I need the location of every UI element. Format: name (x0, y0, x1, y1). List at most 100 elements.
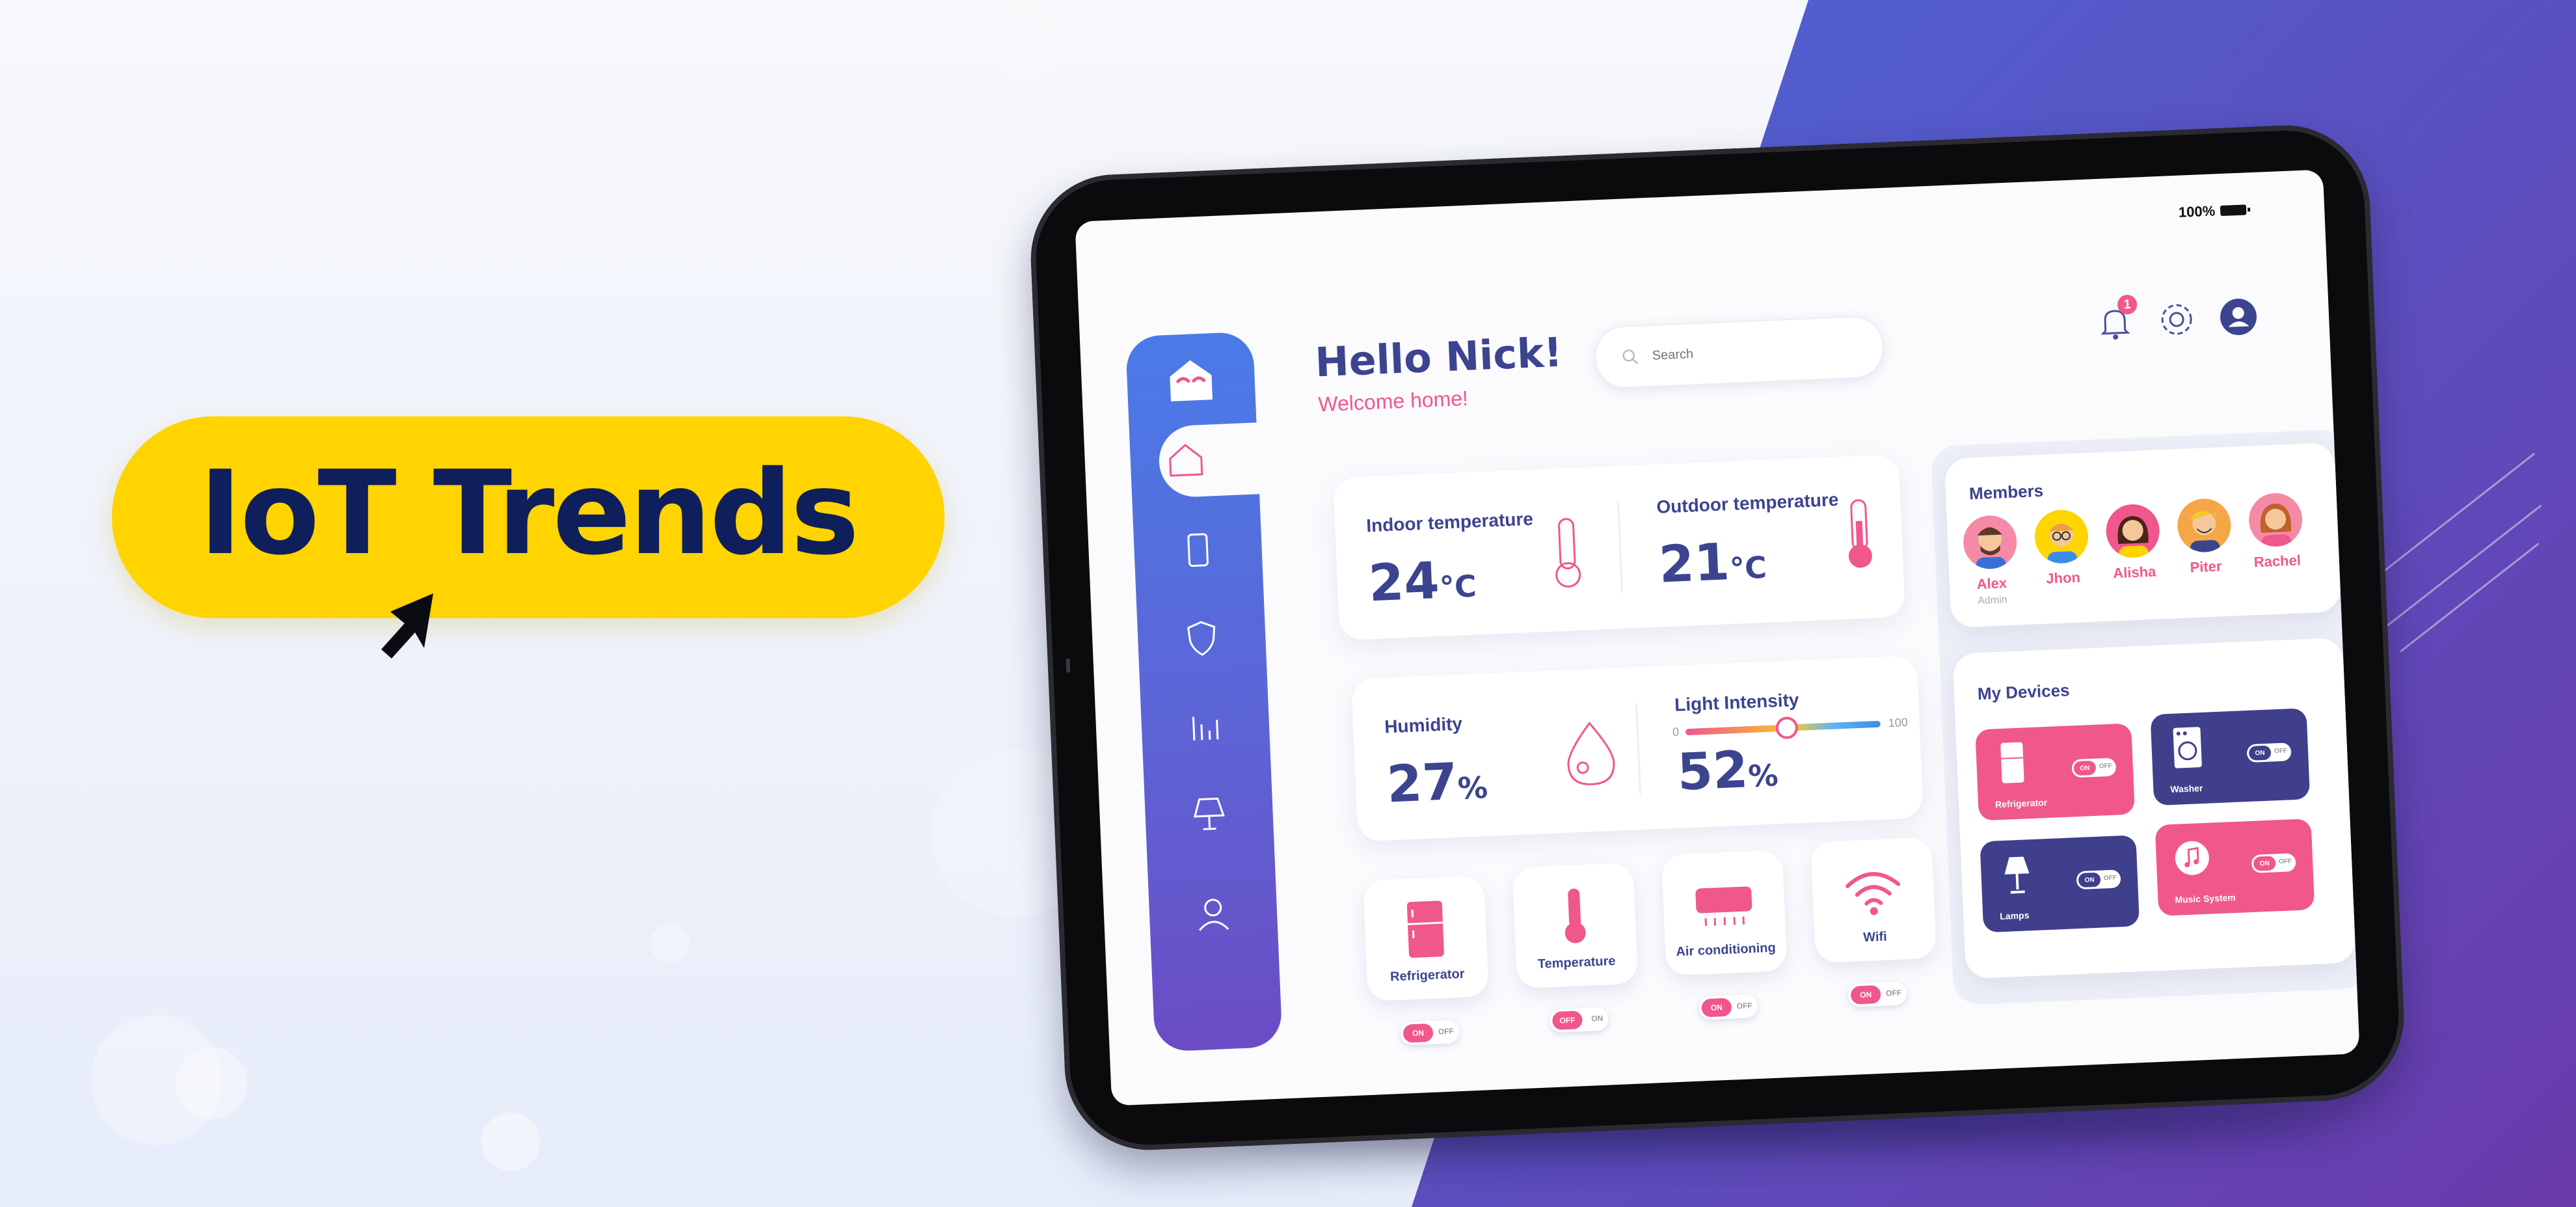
card-divider (1617, 502, 1623, 593)
avatar (2247, 492, 2303, 548)
humidity-light-card: Humidity 27% Light Intensity 0 100 52% (1351, 655, 1924, 842)
lamp-icon[interactable] (1187, 792, 1231, 835)
device-card-lamps[interactable]: Lamps ON OFF (1979, 835, 2140, 933)
profile-avatar-icon (2220, 299, 2257, 336)
device-label: Washer (2170, 782, 2203, 795)
temperature-card: Indoor temperature 24°C Outdoor temperat… (1333, 454, 1905, 641)
music-icon (2172, 835, 2212, 882)
outdoor-temp-label: Outdoor temperature (1656, 489, 1839, 517)
device-toggle[interactable]: ON OFF (2246, 742, 2292, 763)
banner-title: IoT Trends (198, 445, 859, 580)
outdoor-temp-value: 21°C (1657, 533, 1767, 595)
humidity-value: 27% (1386, 752, 1489, 815)
bokeh-bubble (481, 1113, 540, 1171)
avatar (2033, 509, 2089, 565)
notification-bell[interactable]: 1 (2094, 294, 2138, 344)
device-toggle[interactable]: ON OFF (2251, 853, 2296, 873)
banner-pill: IoT Trends (112, 416, 945, 618)
member-name: Rachel (2253, 552, 2301, 571)
quick-tile-wifi[interactable]: Wifi (1810, 837, 1937, 964)
profile-button[interactable] (2218, 296, 2260, 338)
my-devices-title: My Devices (1977, 680, 2071, 704)
card-divider (1635, 703, 1641, 794)
gear-icon (2161, 304, 2192, 335)
avatar (2176, 497, 2233, 554)
refrigerator-icon (1992, 739, 2032, 786)
home-icon[interactable] (1164, 438, 1207, 481)
refrigerator-icon (1392, 896, 1458, 962)
member-item[interactable]: Alex Admin (1953, 514, 2029, 608)
avatar (2105, 503, 2161, 559)
refrigerator-toggle[interactable]: ON OFF (1400, 1020, 1460, 1046)
search-bar[interactable] (1593, 314, 1885, 390)
temperature-toggle[interactable]: OFF ON (1549, 1007, 1609, 1033)
indoor-temp-label: Indoor temperature (1365, 508, 1534, 536)
indoor-temp-value: 24°C (1367, 551, 1477, 614)
member-name: Jhon (2045, 569, 2081, 587)
light-intensity-slider[interactable] (1685, 716, 1881, 740)
light-slider-max: 100 (1888, 715, 1909, 730)
device-label: Refrigerator (1994, 796, 2048, 810)
tablet-icon[interactable] (1176, 528, 1220, 572)
user-icon[interactable] (1192, 893, 1235, 936)
bokeh-bubble (176, 1048, 247, 1119)
my-devices-card: My Devices Refrigerator ON OFF Washer ON O… (1952, 637, 2356, 979)
member-role (2099, 582, 2171, 586)
device-label: Lamps (1999, 910, 2030, 922)
greeting-subtitle: Welcome home! (1317, 386, 1469, 416)
member-item[interactable]: Piter (2167, 497, 2242, 579)
quick-tile-refrigerator[interactable]: Refrigerator (1363, 875, 1489, 1001)
wifi-icon (1840, 858, 1907, 924)
light-intensity-value: 52% (1676, 740, 1779, 802)
light-slider-min: 0 (1672, 725, 1680, 739)
quick-tile-label: Temperature (1537, 953, 1616, 971)
shield-icon[interactable] (1180, 616, 1224, 660)
light-slider-knob[interactable] (1775, 716, 1799, 740)
washer-icon (2167, 724, 2207, 771)
air-conditioning-toggle[interactable]: ON OFF (1698, 994, 1758, 1020)
member-item[interactable]: Jhon (2024, 508, 2099, 590)
avatar (1962, 514, 2018, 570)
member-role (2028, 588, 2099, 591)
bokeh-bubble (989, 0, 1067, 78)
device-toggle[interactable]: ON OFF (2071, 757, 2117, 778)
members-card: Members Alex Admin Jhon Alisha Piter Rac… (1944, 442, 2342, 628)
settings-button[interactable] (2156, 299, 2198, 341)
members-title: Members (1968, 480, 2044, 504)
wifi-toggle[interactable]: ON OFF (1847, 981, 1907, 1008)
lamp-icon (1997, 851, 2037, 898)
member-role (2242, 571, 2314, 575)
device-card-refrigerator[interactable]: Refrigerator ON OFF (1975, 723, 2135, 821)
status-battery: 100% (2178, 201, 2247, 221)
quick-tile-air-conditioning[interactable]: Air conditioning (1661, 850, 1788, 976)
search-input[interactable] (1650, 338, 1875, 364)
home-logo-icon[interactable] (1164, 353, 1218, 407)
water-drop-icon (1561, 717, 1620, 791)
thermometer-filled-icon (1835, 494, 1884, 574)
device-toggle[interactable]: ON OFF (2076, 869, 2121, 890)
tablet-device: 100% Hello Nick! Welcome home! Search 1 … (1027, 122, 2408, 1154)
member-name: Alisha (2112, 563, 2156, 582)
cursor-icon (381, 593, 433, 658)
member-role (2171, 576, 2242, 580)
greeting-title: Hello Nick! (1314, 328, 1563, 387)
device-card-music-system[interactable]: Music System ON OFF (2154, 819, 2315, 916)
quick-tile-label: Air conditioning (1676, 940, 1777, 960)
member-item[interactable]: Rachel (2239, 492, 2314, 574)
member-role: Admin (1977, 594, 2007, 607)
member-item[interactable]: Alisha (2096, 503, 2171, 585)
quick-tile-temperature[interactable]: Temperature (1512, 862, 1639, 989)
member-name: Piter (2190, 558, 2223, 576)
humidity-label: Humidity (1384, 713, 1463, 737)
stats-icon[interactable] (1184, 704, 1228, 748)
bokeh-bubble (651, 924, 690, 963)
device-card-washer[interactable]: Washer ON OFF (2150, 708, 2311, 806)
device-label: Music System (2175, 891, 2236, 905)
tablet-screen: 100% Hello Nick! Welcome home! Search 1 … (1075, 169, 2360, 1106)
member-name: Alex (1976, 575, 2007, 593)
light-intensity-label: Light Intensity (1674, 689, 1800, 715)
search-icon (1622, 349, 1639, 364)
sidebar (1125, 331, 1283, 1052)
battery-icon (2220, 204, 2247, 217)
tablet-side-button (1066, 658, 1071, 673)
